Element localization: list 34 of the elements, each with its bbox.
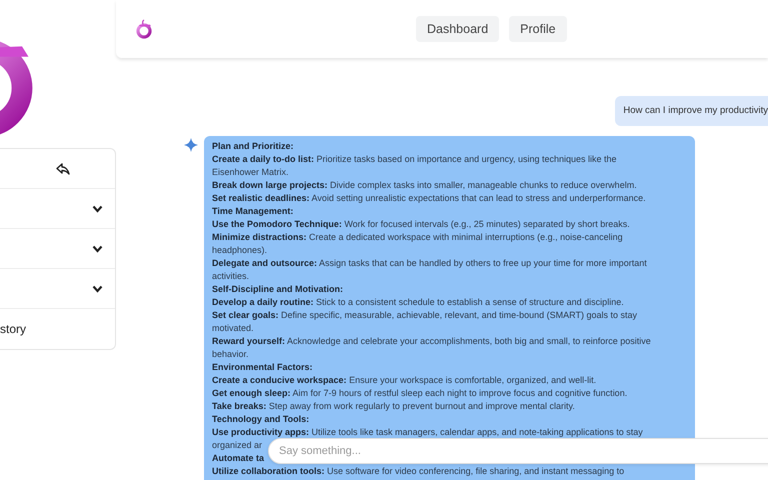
answer-line: Create a conducive workspace: Ensure your workspace is comfortable, organized, and well-lit. (212, 374, 596, 388)
answer-line: Get enough sleep: Aim for 7-9 hours of restful sleep each night to improve focus and cognitive function. (212, 387, 628, 400)
sidebar-link[interactable]: story (0, 320, 26, 338)
section-heading: Technology and Tools: (212, 413, 310, 426)
message-input[interactable]: Say something... (268, 438, 768, 464)
logo (134, 19, 154, 39)
answer-line: Eisenhower Matrix. (212, 166, 289, 180)
answer-line: Create a daily to-do list: Prioritize tasks based on importance and urgency, using techniques like the (212, 153, 617, 166)
answer-line: headphones). (212, 244, 268, 258)
answer-line: organized ar (212, 439, 262, 452)
section-heading: Automate ta (212, 452, 264, 466)
section-heading: Environmental Factors: (212, 361, 313, 374)
answer-line: Set clear goals: Define specific, measurable, achievable, relevant, and time-bound (SMART) goals to stay (212, 309, 638, 322)
nav-button[interactable]: Dashboard (416, 16, 500, 42)
answer-line: Delegate and outsource: Assign tasks that can be handled by others to free up your time for more important (212, 257, 647, 270)
answer-line: Break down large projects: Divide complex tasks into smaller, manageable chunks to reduce overwhelm. (212, 179, 637, 192)
answer-line: Reward yourself: Acknowledge and celebrate your accomplishments, both big and small, to reinforce positive (212, 335, 651, 348)
nav-button[interactable]: Profile (509, 16, 567, 42)
answer-line: Utilize collaboration tools: Use software for video conferencing, file sharing, and instant messaging to (212, 465, 624, 478)
answer-line: motivated. (212, 322, 254, 336)
section-heading: Plan and Prioritize: (212, 140, 294, 154)
answer-line: Minimize distractions: Create a dedicated workspace with minimal interruptions (e.g., noise-canceling (212, 231, 623, 244)
answer-line: activities. (212, 270, 250, 284)
answer-line: behavior. (212, 348, 249, 362)
answer-line: Take breaks: Step away from work regularly to prevent burnout and improve mental clarity. (212, 400, 575, 414)
answer-line: Set realistic deadlines: Avoid setting unrealistic expectations that can lead to stress and underperformance. (212, 192, 646, 206)
section-heading: Time Management: (212, 205, 294, 218)
back-icon[interactable] (56, 162, 70, 174)
answer-line: Use the Pomodoro Technique: Work for focused intervals (e.g., 25 minutes) separated by short breaks. (212, 218, 630, 232)
user-message: How can I improve my productivity (615, 96, 768, 126)
answer-line: Develop a daily routine: Stick to a consistent schedule to establish a sense of structure and discipline. (212, 296, 624, 310)
sparkle-icon (184, 138, 198, 152)
answer-line: Use productivity apps: Utilize tools like task managers, calendar apps, and note-taking applications to stay (212, 426, 643, 440)
section-heading: Self-Discipline and Motivation: (212, 283, 344, 296)
